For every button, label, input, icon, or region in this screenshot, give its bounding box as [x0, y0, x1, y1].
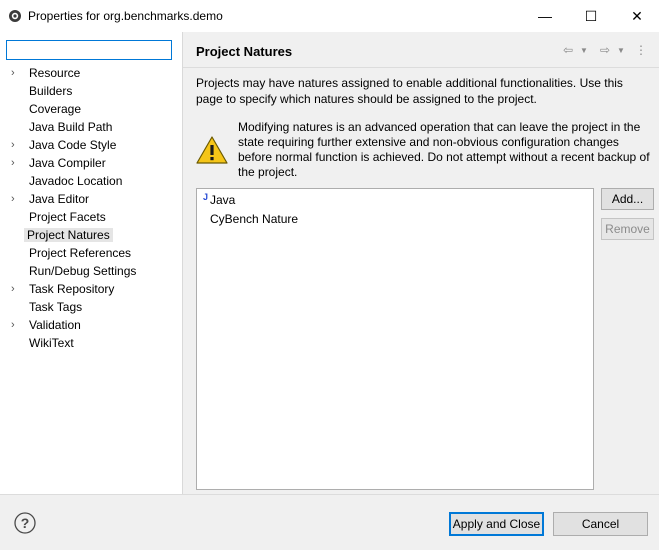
- natures-list[interactable]: J Java CyBench Nature: [196, 188, 594, 490]
- sidebar-item-label: Resource: [29, 66, 81, 80]
- expand-arrow-icon[interactable]: ›: [11, 67, 21, 79]
- sidebar-item-run-debug-settings[interactable]: Run/Debug Settings: [0, 262, 181, 280]
- maximize-button[interactable]: ☐: [568, 0, 614, 32]
- help-glyph: ?: [20, 515, 30, 531]
- expand-arrow-icon[interactable]: ›: [11, 319, 21, 331]
- nature-label: CyBench Nature: [210, 212, 299, 226]
- sidebar-item-project-facets[interactable]: Project Facets: [0, 208, 181, 226]
- apply-and-close-button[interactable]: Apply and Close: [449, 512, 544, 536]
- sidebar-item-task-tags[interactable]: Task Tags: [0, 298, 181, 316]
- filter-input[interactable]: [6, 40, 172, 60]
- java-nature-icon: J: [203, 192, 209, 202]
- sidebar-item-javadoc-location[interactable]: Javadoc Location: [0, 172, 181, 190]
- sidebar-item-label: Coverage: [29, 102, 82, 116]
- sidebar-item-label: Java Editor: [29, 192, 90, 206]
- sidebar-item-label: Javadoc Location: [29, 174, 123, 188]
- expand-arrow-icon[interactable]: ›: [11, 139, 21, 151]
- sidebar-item-label: Java Compiler: [29, 156, 106, 170]
- sidebar-item-label: Project Natures: [24, 228, 113, 242]
- forward-arrow-icon[interactable]: ⇨: [596, 42, 614, 58]
- sidebar-item-label: Java Code Style: [29, 138, 117, 152]
- sidebar-item-wikitext[interactable]: WikiText: [0, 334, 181, 352]
- sidebar-item-project-natures[interactable]: Project Natures: [0, 226, 181, 244]
- warning-icon: [196, 136, 228, 164]
- sidebar-item-label: Java Build Path: [29, 120, 113, 134]
- sidebar-item-resource[interactable]: › Resource: [0, 64, 181, 82]
- remove-nature-button[interactable]: Remove: [601, 218, 654, 240]
- sidebar-item-validation[interactable]: › Validation: [0, 316, 181, 334]
- back-dropdown-icon[interactable]: ▼: [578, 42, 590, 58]
- expand-arrow-icon[interactable]: ›: [11, 283, 21, 295]
- expand-arrow-icon[interactable]: ›: [11, 157, 21, 169]
- sidebar-item-java-build-path[interactable]: Java Build Path: [0, 118, 181, 136]
- sidebar-item-java-compiler[interactable]: › Java Compiler: [0, 154, 181, 172]
- sidebar-item-java-editor[interactable]: › Java Editor: [0, 190, 181, 208]
- sidebar-item-label: WikiText: [29, 336, 74, 350]
- window-title: Properties for org.benchmarks.demo: [28, 9, 223, 23]
- page-title: Project Natures: [196, 44, 293, 59]
- back-arrow-icon[interactable]: ⇦: [559, 42, 577, 58]
- sidebar-item-java-code-style[interactable]: › Java Code Style: [0, 136, 181, 154]
- nature-item[interactable]: J Java: [197, 191, 593, 209]
- sidebar-item-builders[interactable]: Builders: [0, 82, 181, 100]
- sidebar-item-label: Project Facets: [29, 210, 106, 224]
- minimize-button[interactable]: —: [522, 0, 568, 32]
- view-menu-icon[interactable]: ⋮: [634, 42, 648, 58]
- sidebar-item-label: Run/Debug Settings: [29, 264, 137, 278]
- sidebar-item-label: Builders: [29, 84, 73, 98]
- close-button[interactable]: ✕: [614, 0, 659, 32]
- nature-label: Java: [210, 193, 236, 207]
- warning-message: Modifying natures is an advanced operati…: [238, 120, 650, 179]
- nature-item[interactable]: CyBench Nature: [197, 210, 593, 228]
- sidebar-item-label: Project References: [29, 246, 132, 260]
- cancel-button[interactable]: Cancel: [553, 512, 648, 536]
- sidebar-item-label: Task Repository: [29, 282, 115, 296]
- page-description: Projects may have natures assigned to en…: [196, 76, 623, 106]
- expand-arrow-icon[interactable]: ›: [11, 193, 21, 205]
- sidebar-item-project-references[interactable]: Project References: [0, 244, 181, 262]
- sidebar-item-task-repository[interactable]: › Task Repository: [0, 280, 181, 298]
- sidebar-item-coverage[interactable]: Coverage: [0, 100, 181, 118]
- eclipse-gear-icon: [9, 10, 21, 22]
- add-nature-button[interactable]: Add...: [601, 188, 654, 210]
- forward-dropdown-icon[interactable]: ▼: [615, 42, 627, 58]
- sidebar-item-label: Validation: [29, 318, 81, 332]
- sidebar-item-label: Task Tags: [29, 300, 83, 314]
